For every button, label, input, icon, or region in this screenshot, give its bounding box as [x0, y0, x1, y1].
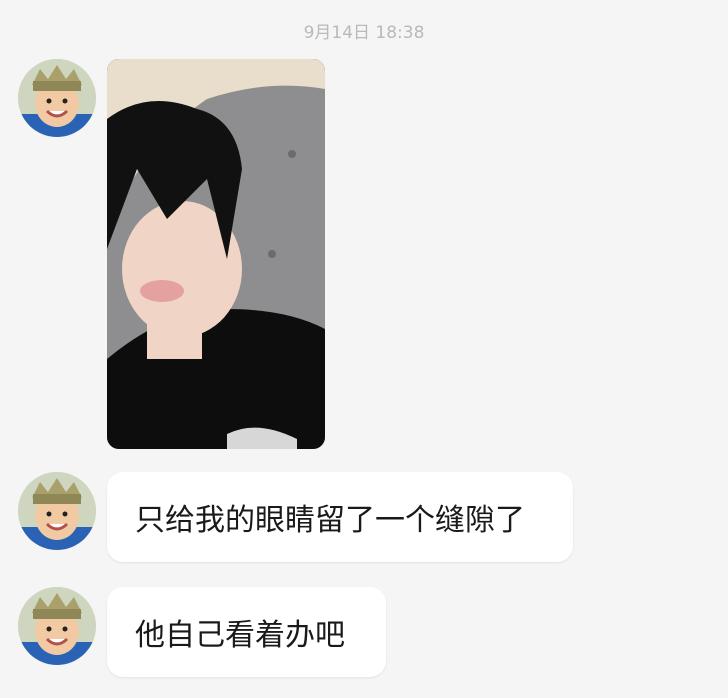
message-timestamp: 9月14日 18:38 — [303, 23, 425, 43]
sender-avatar[interactable] — [18, 472, 96, 550]
message-text: 只给我的眼睛留了一个缝隙了 — [135, 503, 525, 538]
message-text: 他自己看着办吧 — [135, 618, 345, 653]
shared-photo[interactable] — [107, 59, 325, 449]
message-bubble[interactable]: 只给我的眼睛留了一个缝隙了 — [107, 472, 573, 562]
message-bubble[interactable]: 他自己看着办吧 — [107, 587, 386, 677]
sender-avatar[interactable] — [18, 59, 96, 137]
sender-avatar[interactable] — [18, 587, 96, 665]
